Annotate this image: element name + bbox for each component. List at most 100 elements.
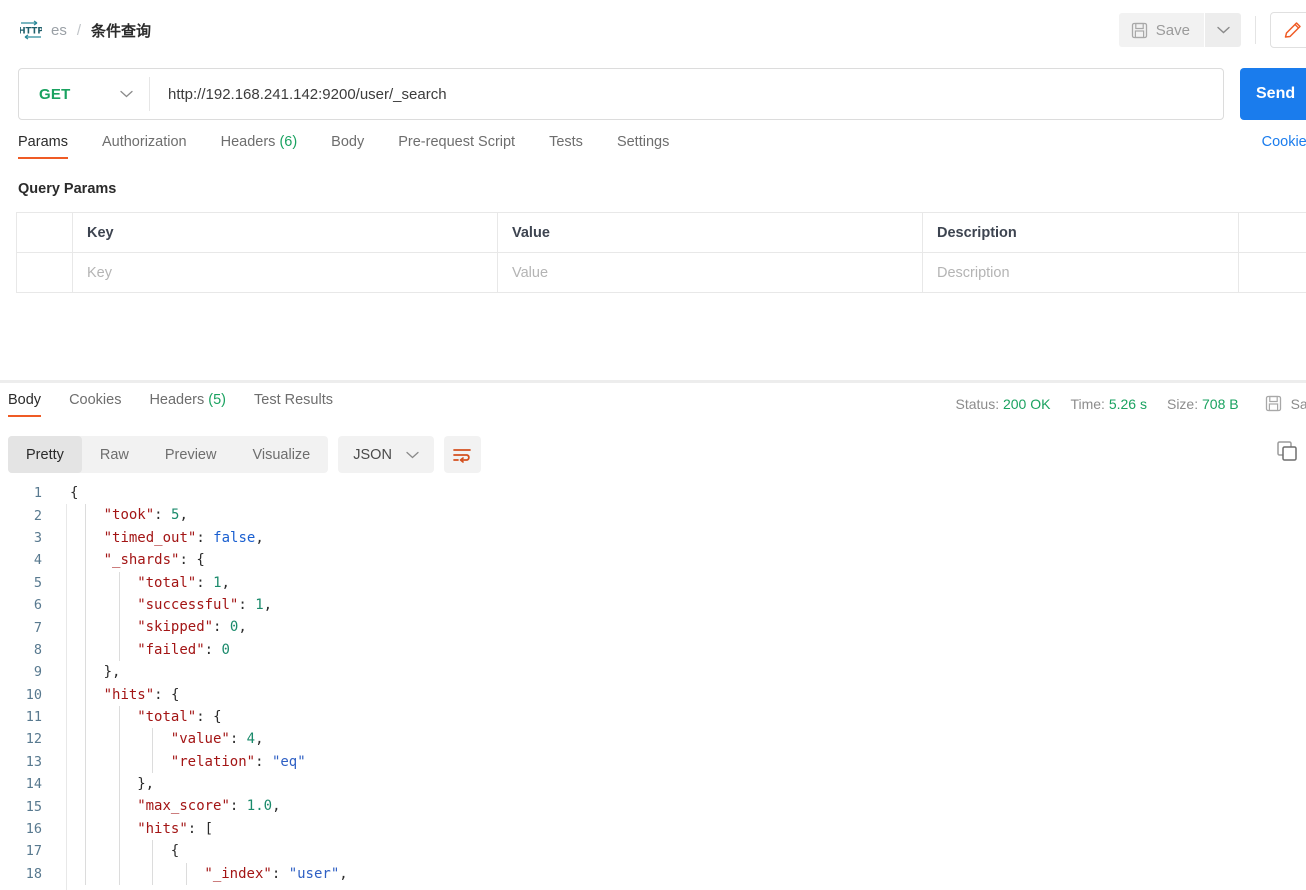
- breadcrumb-separator: /: [76, 21, 82, 39]
- send-button[interactable]: Send: [1240, 68, 1306, 120]
- request-tab-pre-request-script[interactable]: Pre-request Script: [398, 134, 515, 159]
- http-protocol-icon: HTTP: [20, 20, 42, 40]
- pane-splitter[interactable]: [0, 380, 1306, 383]
- key-placeholder: Key: [87, 264, 112, 281]
- request-url-row: GET Send: [0, 68, 1306, 122]
- code-token: "timed_out": [103, 529, 197, 546]
- tab-label: Headers: [220, 134, 276, 150]
- request-tab-headers[interactable]: Headers (6): [221, 134, 298, 159]
- code-line-content: "_index": "user",: [56, 863, 1306, 885]
- code-token: },: [103, 664, 121, 681]
- word-wrap-button[interactable]: [443, 436, 481, 473]
- code-line: 1{: [0, 482, 1306, 504]
- format-label: JSON: [353, 446, 392, 463]
- value-input[interactable]: Value: [497, 252, 923, 293]
- line-number: 15: [25, 798, 42, 815]
- edit-button[interactable]: [1270, 12, 1306, 48]
- table-header-row: Key Value Description: [16, 212, 1306, 253]
- request-tab-body[interactable]: Body: [331, 134, 364, 159]
- url-input[interactable]: [150, 84, 1223, 104]
- code-line-content: "total": {: [56, 706, 1306, 728]
- code-token: 1.0: [246, 798, 273, 815]
- code-token: ,: [263, 596, 273, 613]
- code-line-content: },: [56, 773, 1306, 795]
- line-number: 1: [33, 485, 42, 502]
- tab-label: Body: [8, 392, 42, 408]
- request-tab-authorization[interactable]: Authorization: [102, 134, 187, 159]
- row-checkbox-cell[interactable]: [16, 252, 73, 293]
- code-line: 7 "skipped": 0,: [0, 616, 1306, 638]
- column-header-key: Key: [72, 212, 498, 253]
- column-header-value: Value: [497, 212, 923, 253]
- code-token: :: [229, 731, 247, 748]
- code-line-content: "skipped": 0,: [56, 616, 1306, 638]
- save-button[interactable]: Save: [1118, 13, 1204, 47]
- tab-label: Pre-request Script: [398, 134, 516, 150]
- copy-response-button[interactable]: [1276, 440, 1298, 462]
- code-token: "hits": [103, 686, 155, 703]
- pencil-edit-icon: [1282, 20, 1303, 41]
- code-line-content: "total": 1,: [56, 572, 1306, 594]
- request-tabs: Params Authorization Headers (6) Body Pre-re…: [0, 134, 1306, 168]
- method-selector[interactable]: GET: [19, 69, 149, 119]
- postman-request-window: HTTP es / 条件查询 Save GET http://192.168.2…: [0, 0, 1306, 890]
- code-token: {: [171, 686, 180, 703]
- breadcrumb-collection[interactable]: es: [51, 22, 67, 39]
- response-tab-body[interactable]: Body: [8, 392, 42, 417]
- code-token: :: [179, 552, 197, 569]
- line-number: 10: [25, 686, 42, 703]
- query-params-title: Query Params: [18, 181, 117, 197]
- line-number: 6: [33, 597, 42, 614]
- word-wrap-icon: [452, 447, 472, 463]
- code-token: :: [196, 529, 214, 546]
- code-token: ,: [272, 798, 281, 815]
- time-badge: Time: 5.26 s: [1070, 396, 1147, 412]
- request-tab-settings[interactable]: Settings: [617, 134, 669, 159]
- request-tab-tests[interactable]: Tests: [549, 134, 583, 159]
- response-view-pretty[interactable]: Pretty: [8, 436, 82, 473]
- response-body-viewer[interactable]: 1{2 "took": 5, 3 "timed_out": false, 4 "_shar…: [0, 482, 1306, 890]
- table-row[interactable]: Key Value Description: [16, 252, 1306, 293]
- code-token: "total": [137, 574, 197, 591]
- response-tab-headers[interactable]: Headers (5): [149, 392, 226, 417]
- indent-guide: [152, 728, 154, 774]
- code-token: "_shards": [103, 552, 180, 569]
- response-format-selector[interactable]: JSON: [338, 436, 434, 473]
- save-options-dropdown[interactable]: [1205, 13, 1241, 47]
- code-line: 2 "took": 5,: [0, 504, 1306, 526]
- tab-label: Tests: [549, 134, 583, 150]
- column-header-label: Key: [87, 224, 114, 241]
- cookies-link[interactable]: Cookies: [1262, 134, 1306, 150]
- line-number: 2: [33, 507, 42, 524]
- code-line: 18 "_index": "user",: [0, 863, 1306, 885]
- code-token: ,: [221, 574, 230, 591]
- code-token: {: [196, 552, 205, 569]
- code-line-content: "failed": 0: [56, 639, 1306, 661]
- code-line: 14},: [0, 773, 1306, 795]
- request-tab-params[interactable]: Params: [18, 134, 68, 159]
- code-token: :: [154, 686, 172, 703]
- select-all-cell[interactable]: [16, 212, 73, 253]
- code-line: 13 "relation": "eq": [0, 751, 1306, 773]
- key-input[interactable]: Key: [72, 252, 498, 293]
- description-input[interactable]: Description: [922, 252, 1239, 293]
- save-as-example-label: Save as example: [1290, 395, 1306, 412]
- response-view-raw[interactable]: Raw: [82, 436, 147, 473]
- code-token: 1: [255, 596, 264, 613]
- code-token: "skipped": [137, 619, 214, 636]
- code-token: "took": [103, 507, 155, 524]
- code-token: :: [238, 596, 256, 613]
- tab-count: (5): [204, 392, 227, 408]
- response-tab-test-results[interactable]: Test Results: [254, 392, 333, 417]
- code-line: 11 "total": {: [0, 706, 1306, 728]
- response-view-preview[interactable]: Preview: [147, 436, 235, 473]
- floppy-disk-icon: [1131, 22, 1148, 39]
- save-as-example-button[interactable]: Save as example: [1265, 395, 1306, 412]
- time-value: 5.26 s: [1108, 395, 1147, 412]
- size-value: 708 B: [1202, 395, 1239, 412]
- code-line-content: "timed_out": false,: [56, 527, 1306, 549]
- indent-guide: [118, 706, 120, 886]
- response-view-visualize[interactable]: Visualize: [234, 436, 328, 473]
- response-tab-cookies[interactable]: Cookies: [69, 392, 121, 417]
- header-extra-cell: [1238, 212, 1306, 253]
